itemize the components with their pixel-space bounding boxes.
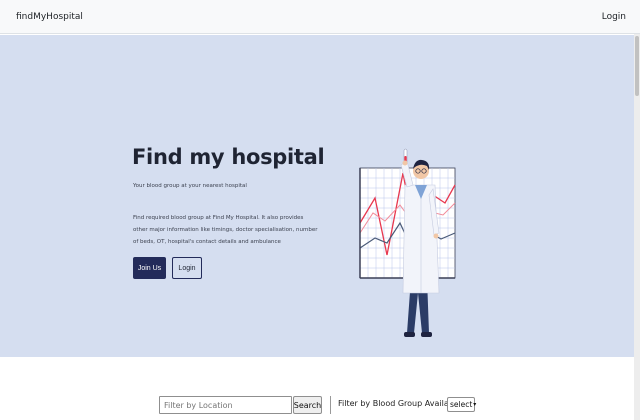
filter-divider — [330, 396, 331, 414]
chevron-down-icon: ▾ — [473, 401, 477, 408]
nav-login-link[interactable]: Login — [602, 12, 626, 22]
hero-description: Find required blood group at Find My Hos… — [133, 215, 318, 245]
brand-link[interactable]: findMyHospital — [16, 12, 83, 22]
hero-login-button[interactable]: Login — [172, 257, 202, 279]
filter-bar: Search Filter by Blood Group Availabilit… — [0, 396, 634, 416]
blood-group-select[interactable]: select ▾ — [447, 397, 477, 412]
hero-section: Find my hospital Your blood group at you… — [0, 35, 634, 357]
join-us-button[interactable]: Join Us — [133, 257, 166, 279]
doctor-chart-illustration — [359, 148, 456, 337]
navbar: findMyHospital Login — [0, 0, 640, 34]
page-scrollbar[interactable] — [634, 34, 640, 420]
blood-group-select-value: select — [450, 400, 473, 409]
search-button[interactable]: Search — [293, 396, 322, 414]
hero-title: Find my hospital — [132, 145, 325, 169]
location-filter-input[interactable] — [159, 396, 292, 414]
hero-subtitle: Your blood group at your nearest hospita… — [133, 183, 247, 189]
scrollbar-thumb[interactable] — [635, 36, 639, 96]
